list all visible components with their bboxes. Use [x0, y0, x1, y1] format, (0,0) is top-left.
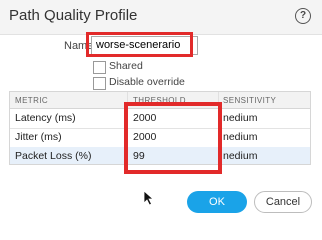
shared-label: Shared: [109, 60, 143, 72]
shared-checkbox[interactable]: [93, 61, 106, 74]
sensitivity-cell[interactable]: nedium: [223, 150, 257, 162]
dialog-titlebar: Path Quality Profile ?: [0, 0, 322, 35]
cancel-button[interactable]: Cancel: [254, 191, 312, 213]
threshold-highlight-annotation: [124, 102, 222, 174]
disable-override-label: Disable override: [109, 76, 185, 88]
sensitivity-cell[interactable]: nedium: [223, 131, 257, 143]
sensitivity-cell[interactable]: nedium: [223, 112, 257, 124]
metric-cell: Latency (ms): [15, 112, 76, 124]
metric-cell: Packet Loss (%): [15, 150, 92, 162]
metric-cell: Jitter (ms): [15, 131, 62, 143]
column-header-metric[interactable]: METRIC: [15, 96, 48, 105]
disable-override-checkbox[interactable]: [93, 77, 106, 90]
mouse-pointer-icon: [143, 190, 155, 206]
help-icon[interactable]: ?: [295, 8, 311, 24]
column-header-sensitivity[interactable]: SENSITIVITY: [223, 96, 276, 105]
ok-button[interactable]: OK: [187, 191, 247, 213]
name-highlight-annotation: [86, 32, 193, 57]
dialog-title: Path Quality Profile: [9, 7, 138, 24]
